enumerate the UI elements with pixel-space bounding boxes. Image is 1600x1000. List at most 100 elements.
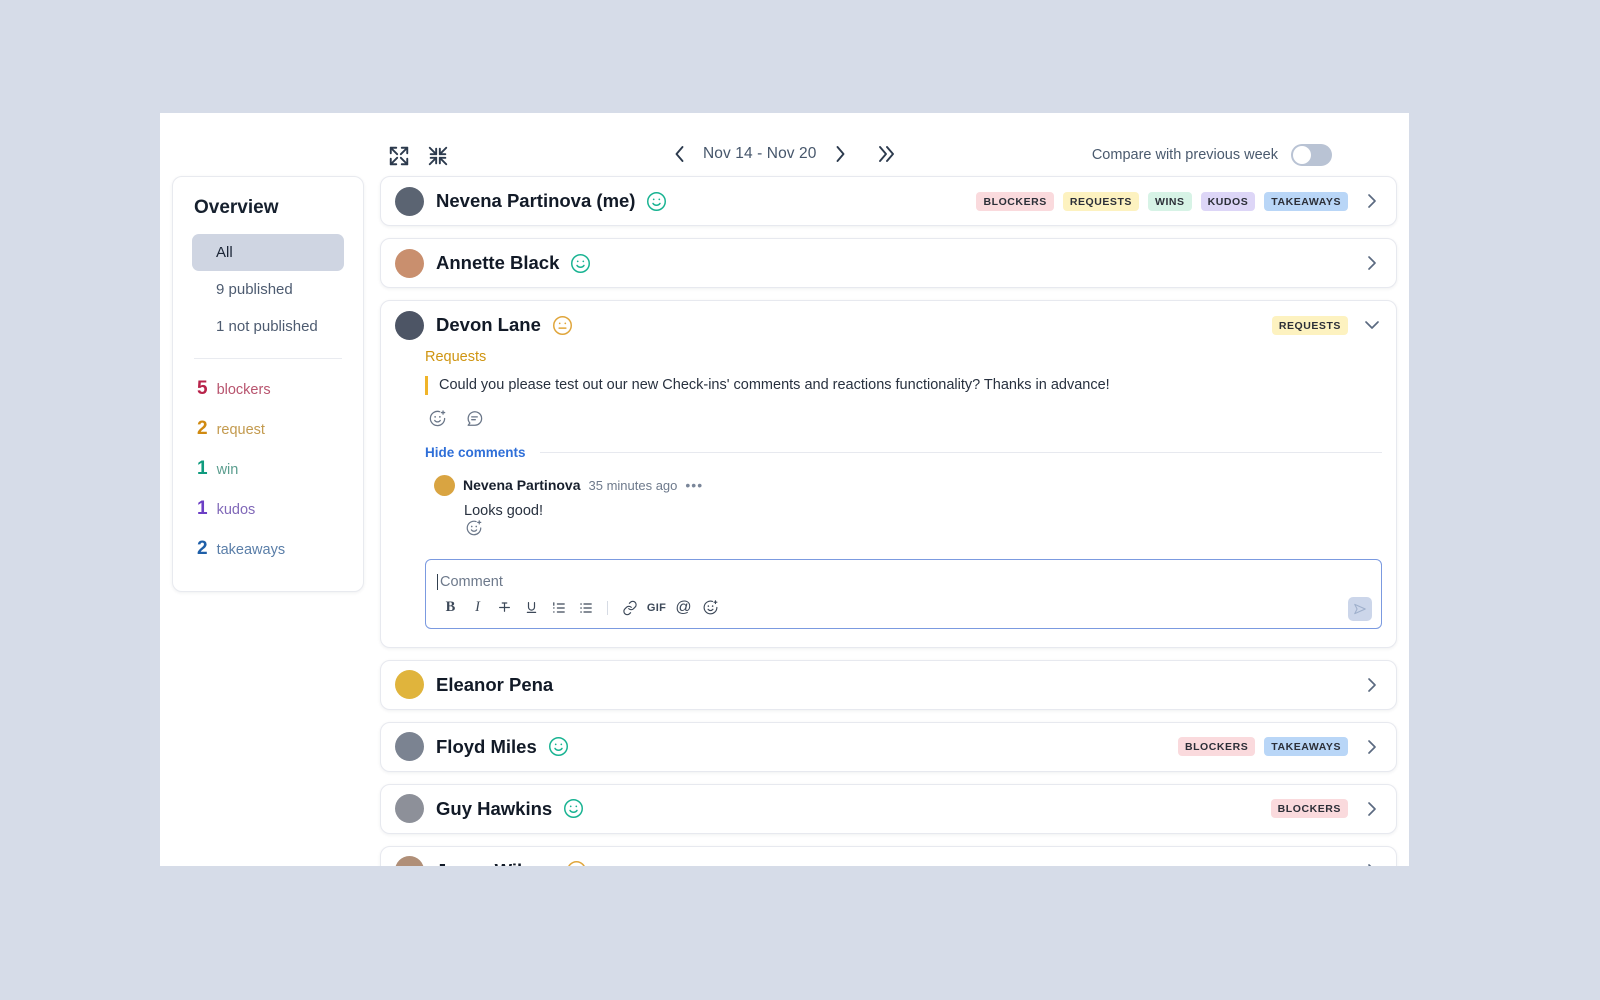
tag-wins[interactable]: WINS xyxy=(1147,191,1192,211)
mood-neutral-icon xyxy=(552,315,573,336)
checkin-user-name: Annette Black xyxy=(436,252,560,273)
checkin-card[interactable]: Nevena Partinova (me) BLOCKERS REQUESTS … xyxy=(380,176,1397,226)
stat-count-win: 1 xyxy=(197,458,208,479)
checkin-card[interactable]: Eleanor Pena xyxy=(380,659,1397,710)
strikethrough-button[interactable] xyxy=(491,597,518,619)
section-body-text: Could you please test out our new Check-… xyxy=(425,376,1382,395)
comment-input-placeholder: Comment xyxy=(440,574,503,591)
collapse-all-icon[interactable] xyxy=(427,145,449,167)
checkin-card-expanded[interactable]: Devon Lane REQUESTS Requests Could you p… xyxy=(380,300,1397,648)
add-reaction-icon[interactable] xyxy=(428,409,447,428)
checkin-row-header[interactable]: Jenny Wilson xyxy=(381,847,1396,866)
checkin-user-name: Floyd Miles xyxy=(436,735,537,757)
expand-all-icon[interactable] xyxy=(388,145,410,167)
comment-more-options-icon[interactable]: ••• xyxy=(685,477,703,493)
mood-smile-icon xyxy=(570,253,591,274)
chevron-right-icon[interactable] xyxy=(1362,861,1382,866)
mood-neutral-icon xyxy=(566,860,587,866)
tag-takeaways[interactable]: TAKEAWAYS xyxy=(1264,737,1348,757)
date-range-label[interactable]: Nov 14 - Nov 20 xyxy=(703,145,817,163)
sidebar-stat-request[interactable]: 2 request xyxy=(173,409,363,449)
comment-composer[interactable]: Comment B I GIF @ xyxy=(425,558,1382,629)
checkin-body: Requests Could you please test out our n… xyxy=(381,349,1396,647)
checkin-card[interactable]: Annette Black xyxy=(380,238,1397,288)
avatar xyxy=(395,248,424,278)
underline-button[interactable] xyxy=(518,597,545,619)
sidebar-filter-published-label: 9 published xyxy=(216,281,293,298)
bold-button[interactable]: B xyxy=(437,597,464,619)
tag-kudos[interactable]: KUDOS xyxy=(1200,191,1256,211)
checkin-user-name: Guy Hawkins xyxy=(436,797,553,819)
checkin-user-name: Jenny Wilson xyxy=(436,860,555,866)
tag-takeaways[interactable]: TAKEAWAYS xyxy=(1264,191,1348,211)
checkin-row-header[interactable]: Eleanor Pena xyxy=(381,661,1396,709)
checkin-row-header[interactable]: Floyd Miles BLOCKERS TAKEAWAYS xyxy=(381,723,1396,771)
sidebar-stat-kudos[interactable]: 1 kudos xyxy=(173,489,363,529)
reaction-actions xyxy=(428,409,1382,428)
add-reaction-icon[interactable] xyxy=(465,520,483,541)
compare-with-previous-week[interactable]: Compare with previous week xyxy=(1092,144,1332,166)
mood-smile-icon xyxy=(646,191,667,212)
chevron-right-icon[interactable] xyxy=(1362,191,1382,211)
mention-button[interactable]: @ xyxy=(670,597,697,619)
sidebar-filter-published[interactable]: 9 published xyxy=(192,271,344,308)
avatar xyxy=(395,670,424,700)
tag-requests[interactable]: REQUESTS xyxy=(1062,191,1139,211)
sidebar-filter-all-label: All xyxy=(216,244,233,261)
skip-to-latest-button[interactable] xyxy=(875,143,897,165)
comment-input[interactable]: Comment xyxy=(426,560,1381,594)
chevron-right-icon[interactable] xyxy=(1362,737,1382,757)
sidebar-filter-not-published[interactable]: 1 not published xyxy=(192,308,344,345)
ordered-list-button[interactable] xyxy=(545,597,572,619)
comment-icon[interactable] xyxy=(465,409,484,428)
checkin-card[interactable]: Guy Hawkins BLOCKERS xyxy=(380,783,1397,834)
compare-toggle[interactable] xyxy=(1291,144,1332,166)
stat-label-request: request xyxy=(216,422,265,438)
checkin-user-name: Devon Lane xyxy=(436,314,541,335)
sidebar-stat-takeaways[interactable]: 2 takeaways xyxy=(173,529,363,569)
tag-blockers[interactable]: BLOCKERS xyxy=(976,191,1054,211)
chevron-right-icon[interactable] xyxy=(1362,799,1382,819)
sidebar-stat-win[interactable]: 1 win xyxy=(173,449,363,489)
date-navigation: Nov 14 - Nov 20 xyxy=(668,143,897,165)
italic-button[interactable]: I xyxy=(464,597,491,619)
checkin-tags: REQUESTS xyxy=(1271,315,1348,335)
previous-week-button[interactable] xyxy=(668,143,690,165)
avatar xyxy=(395,794,424,824)
hide-comments-link[interactable]: Hide comments xyxy=(425,445,526,460)
emoji-button[interactable] xyxy=(697,597,724,619)
checkin-card[interactable]: Jenny Wilson xyxy=(380,845,1397,866)
avatar xyxy=(434,474,455,496)
overview-sidebar: Overview All 9 published 1 not published… xyxy=(172,176,364,592)
gif-button[interactable]: GIF xyxy=(643,597,670,619)
section-title-requests: Requests xyxy=(425,349,487,365)
next-week-button[interactable] xyxy=(830,143,852,165)
checkin-row-header[interactable]: Devon Lane REQUESTS xyxy=(381,301,1396,349)
checkin-user-name: Eleanor Pena xyxy=(436,673,554,695)
checkin-row-header[interactable]: Nevena Partinova (me) BLOCKERS REQUESTS … xyxy=(381,177,1396,225)
checkin-user-name: Nevena Partinova (me) xyxy=(436,190,636,211)
checkin-list: Nevena Partinova (me) BLOCKERS REQUESTS … xyxy=(380,176,1397,866)
sidebar-stat-blockers[interactable]: 5 blockers xyxy=(173,369,363,409)
send-comment-button[interactable] xyxy=(1348,596,1372,621)
tag-blockers[interactable]: BLOCKERS xyxy=(1177,737,1256,757)
tag-requests[interactable]: REQUESTS xyxy=(1271,315,1348,335)
chevron-right-icon[interactable] xyxy=(1362,675,1382,695)
chevron-right-icon[interactable] xyxy=(1362,253,1382,273)
avatar xyxy=(395,310,424,340)
comment-timestamp: 35 minutes ago xyxy=(588,477,678,493)
sidebar-filter-all[interactable]: All xyxy=(192,234,344,271)
checkin-card[interactable]: Floyd Miles BLOCKERS TAKEAWAYS xyxy=(380,721,1397,772)
toggle-knob xyxy=(1293,146,1311,164)
tag-blockers[interactable]: BLOCKERS xyxy=(1270,799,1348,819)
compare-label: Compare with previous week xyxy=(1091,147,1278,163)
toolbar-divider xyxy=(599,597,616,619)
chevron-down-icon[interactable] xyxy=(1362,315,1382,335)
stat-count-takeaways: 2 xyxy=(197,538,208,559)
bullet-list-button[interactable] xyxy=(572,597,599,619)
checkin-row-header[interactable]: Guy Hawkins BLOCKERS xyxy=(381,785,1396,833)
mood-smile-icon xyxy=(548,736,569,757)
avatar xyxy=(395,732,424,762)
checkin-row-header[interactable]: Annette Black xyxy=(381,239,1396,287)
link-button[interactable] xyxy=(616,597,643,619)
